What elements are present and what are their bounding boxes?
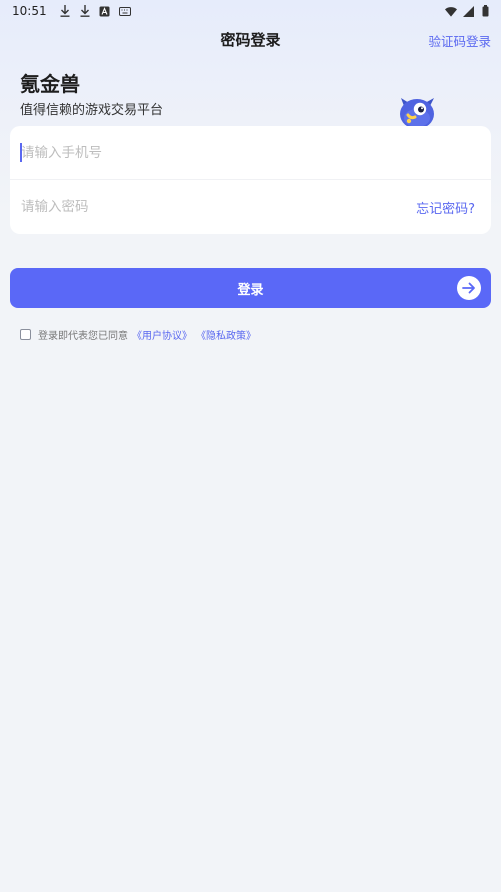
phone-field[interactable] (10, 126, 491, 180)
login-screen: 10:51 密码登录 验证码登录 氪金兽 值得信赖的游戏交易平台 请输入手机号 … (0, 0, 501, 892)
agreement-row: 登录即代表您已同意 《用户协议》 《隐私政策》 (20, 326, 256, 342)
privacy-policy-link[interactable]: 《隐私政策》 (196, 327, 256, 342)
download-icon (79, 5, 91, 17)
arrow-right-icon (457, 276, 481, 300)
phone-input[interactable] (21, 137, 381, 168)
sms-login-switch-link[interactable]: 验证码登录 (428, 31, 491, 50)
status-left: 10:51 (12, 4, 131, 18)
status-time: 10:51 (12, 4, 47, 18)
page-title: 密码登录 (220, 31, 281, 49)
forgot-password-link[interactable]: 忘记密码? (416, 198, 475, 217)
user-agreement-link[interactable]: 《用户协议》 (132, 327, 192, 342)
text-caret (20, 143, 22, 162)
agreement-checkbox[interactable] (20, 328, 31, 340)
password-field[interactable]: 忘记密码? (10, 180, 491, 234)
login-form-card: 忘记密码? (10, 126, 491, 234)
battery-icon (479, 5, 491, 17)
status-right (445, 5, 491, 17)
status-bar: 10:51 (0, 0, 501, 22)
cell-signal-icon (462, 5, 474, 17)
app-header: 密码登录 验证码登录 (0, 26, 501, 52)
login-button-label: 登录 (237, 281, 264, 297)
brand-title: 氪金兽 (20, 72, 80, 96)
brand-subtitle: 值得信赖的游戏交易平台 (20, 103, 164, 118)
download-icon (59, 5, 71, 17)
password-input[interactable] (21, 192, 381, 222)
wifi-icon (445, 5, 457, 17)
font-app-icon (99, 5, 111, 17)
keyboard-icon (118, 5, 131, 17)
login-button[interactable]: 登录 (10, 268, 491, 308)
agreement-text: 登录即代表您已同意 (38, 330, 128, 342)
